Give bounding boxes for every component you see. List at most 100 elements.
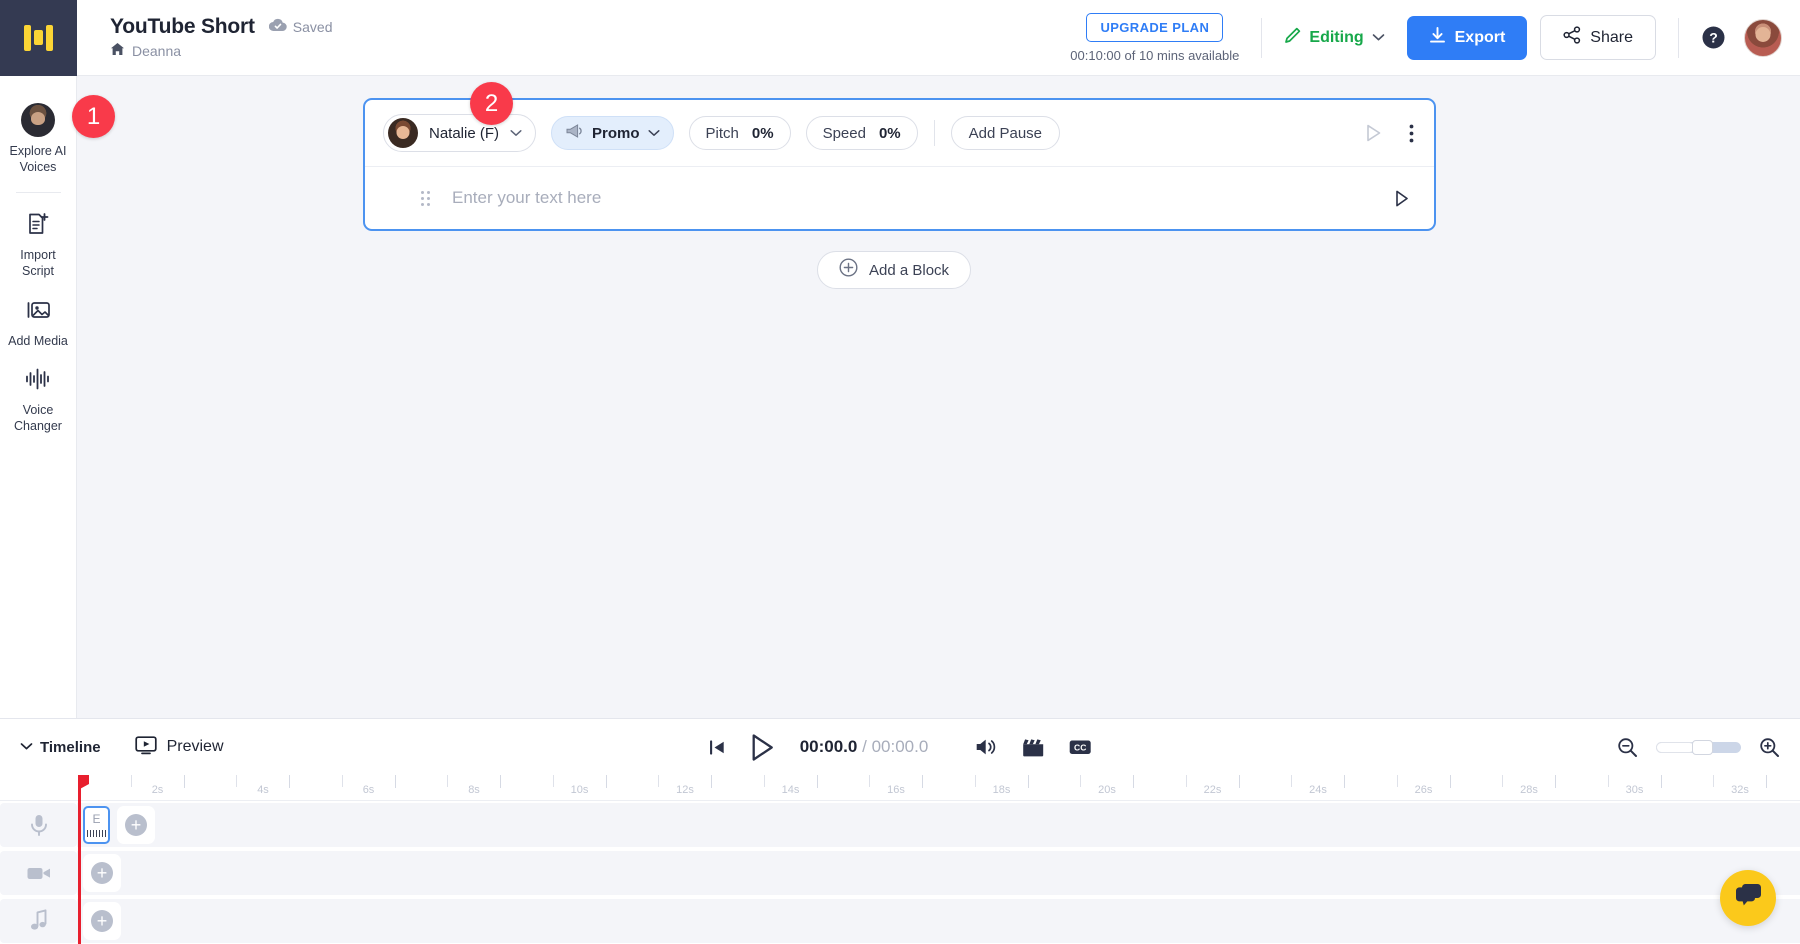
sidebar-item-voice-changer[interactable]: VoiceChanger xyxy=(0,358,77,443)
breadcrumb[interactable]: Deanna xyxy=(110,42,332,61)
pitch-control[interactable]: Pitch 0% xyxy=(689,116,791,150)
block-toolbar-actions xyxy=(1364,123,1418,143)
ruler-tick-label: 16s xyxy=(887,784,905,796)
sidebar-item-import-script[interactable]: ImportScript xyxy=(0,203,77,288)
ruler-tick xyxy=(500,775,501,788)
divider xyxy=(934,120,935,146)
zoom-slider-fill xyxy=(1656,742,1695,753)
script-block[interactable]: Natalie (F) Promo Pitch 0% xyxy=(363,98,1436,231)
add-clip-button-video-track[interactable]: + xyxy=(83,854,121,892)
voice-selector[interactable]: Natalie (F) xyxy=(383,114,536,152)
ruler-tick xyxy=(1661,775,1662,788)
divider xyxy=(1678,18,1679,58)
share-button[interactable]: Share xyxy=(1540,15,1656,60)
voice-style-selector[interactable]: Promo xyxy=(551,116,674,150)
left-sidebar: Explore AIVoices ImportScript Add Media … xyxy=(0,76,77,718)
closed-captions-icon[interactable]: CC xyxy=(1068,738,1091,756)
avatar[interactable] xyxy=(1744,19,1782,57)
add-pause-button[interactable]: Add Pause xyxy=(951,116,1060,150)
plus-circle-icon xyxy=(839,258,858,282)
waveform xyxy=(87,830,106,837)
voice-avatar-icon xyxy=(388,118,418,148)
zoom-out-icon[interactable] xyxy=(1617,737,1638,758)
monitor-play-icon xyxy=(135,735,157,760)
add-clip-button-voice-track[interactable]: + xyxy=(117,806,155,844)
ruler-tick-label: 18s xyxy=(993,784,1011,796)
app-root: YouTube Short Saved Deanna UPGRADE PLAN … xyxy=(0,0,1800,944)
editing-mode-selector[interactable]: Editing xyxy=(1284,27,1384,49)
title-group: YouTube Short Saved Deanna xyxy=(110,15,332,61)
ruler-tick xyxy=(131,775,132,787)
help-circle-icon[interactable]: ? xyxy=(1701,25,1726,50)
track-row-music-track: + xyxy=(0,897,1800,944)
timeline-clip[interactable]: E xyxy=(83,806,110,844)
clapperboard-icon[interactable] xyxy=(1021,738,1044,757)
timeline-zoom-slider[interactable] xyxy=(1656,742,1741,753)
editing-label: Editing xyxy=(1309,29,1363,47)
voice-track-lane[interactable]: E+ xyxy=(77,803,1800,847)
current-time: 00:00.0 xyxy=(800,737,858,756)
play-outline-icon[interactable] xyxy=(1364,123,1383,143)
pitch-label: Pitch xyxy=(706,125,739,142)
drag-handle-icon[interactable] xyxy=(421,191,430,206)
video-track-lane[interactable]: + xyxy=(77,851,1800,895)
share-nodes-icon xyxy=(1563,26,1581,49)
add-clip-button-music-track[interactable]: + xyxy=(83,902,121,940)
plus-circle-icon: + xyxy=(125,814,147,836)
music-track-lane[interactable]: + xyxy=(77,899,1800,943)
share-label: Share xyxy=(1590,29,1633,47)
sidebar-item-explore-ai-voices[interactable]: Explore AIVoices xyxy=(0,94,77,184)
skip-to-start-icon[interactable] xyxy=(709,739,726,756)
ruler-tick xyxy=(764,775,765,787)
transport-controls: 00:00.0 / 00:00.0 CC xyxy=(709,733,1092,762)
ruler-tick xyxy=(922,775,923,788)
play-outline-icon[interactable] xyxy=(1393,189,1410,208)
pitch-value: 0% xyxy=(752,125,774,142)
top-bar-actions: UPGRADE PLAN 00:10:00 of 10 mins availab… xyxy=(1070,13,1800,63)
chat-widget-button[interactable] xyxy=(1720,870,1776,926)
export-button[interactable]: Export xyxy=(1407,16,1528,60)
ruler-tick xyxy=(395,775,396,788)
playback-control-bar: Timeline Preview 00:00.0 / 00:00.0 xyxy=(0,719,1800,775)
sidebar-item-add-media[interactable]: Add Media xyxy=(0,289,77,359)
time-separator: / xyxy=(862,737,867,756)
script-text-input[interactable] xyxy=(452,188,1393,208)
ruler-tick xyxy=(342,775,343,787)
chat-bubbles-icon xyxy=(1733,882,1763,914)
ruler-tick-label: 24s xyxy=(1309,784,1327,796)
ruler-tick-label: 20s xyxy=(1098,784,1116,796)
speed-control[interactable]: Speed 0% xyxy=(806,116,918,150)
timeline-toggle[interactable]: Timeline xyxy=(20,738,101,756)
playhead[interactable] xyxy=(78,775,81,944)
volume-icon[interactable] xyxy=(974,737,997,757)
timeline-label: Timeline xyxy=(40,739,101,756)
timeline-ruler[interactable]: 2s4s6s8s10s12s14s16s18s20s22s24s26s28s30… xyxy=(0,775,1800,801)
svg-text:CC: CC xyxy=(1074,742,1086,752)
sidebar-item-label: VoiceChanger xyxy=(14,403,62,434)
ruler-tick xyxy=(1555,775,1556,788)
bottom-panel: Timeline Preview 00:00.0 / 00:00.0 xyxy=(0,718,1800,944)
ruler-tick-label: 30s xyxy=(1626,784,1644,796)
play-icon[interactable] xyxy=(750,733,776,762)
chevron-down-icon xyxy=(20,738,33,756)
sidebar-item-label: Explore AIVoices xyxy=(10,144,67,175)
ruler-tick xyxy=(817,775,818,788)
app-logo[interactable] xyxy=(0,0,77,76)
preview-toggle[interactable]: Preview xyxy=(135,735,224,760)
zoom-slider-knob[interactable] xyxy=(1692,740,1713,755)
upgrade-plan-button[interactable]: UPGRADE PLAN xyxy=(1086,13,1223,42)
add-block-button[interactable]: Add a Block xyxy=(817,251,971,289)
microphone-icon xyxy=(0,803,77,847)
track-row-video-track: + xyxy=(0,849,1800,897)
preview-label: Preview xyxy=(167,738,224,756)
ruler-tick xyxy=(1028,775,1029,788)
total-time: 00:00.0 xyxy=(872,737,929,756)
voice-style-label: Promo xyxy=(592,125,640,142)
kebab-menu-icon[interactable] xyxy=(1409,124,1414,143)
sidebar-item-label: Add Media xyxy=(8,334,68,350)
ruler-tick xyxy=(869,775,870,787)
plus-circle-icon: + xyxy=(91,862,113,884)
ruler-tick-label: 28s xyxy=(1520,784,1538,796)
page-title: YouTube Short xyxy=(110,15,255,39)
zoom-in-icon[interactable] xyxy=(1759,737,1780,758)
